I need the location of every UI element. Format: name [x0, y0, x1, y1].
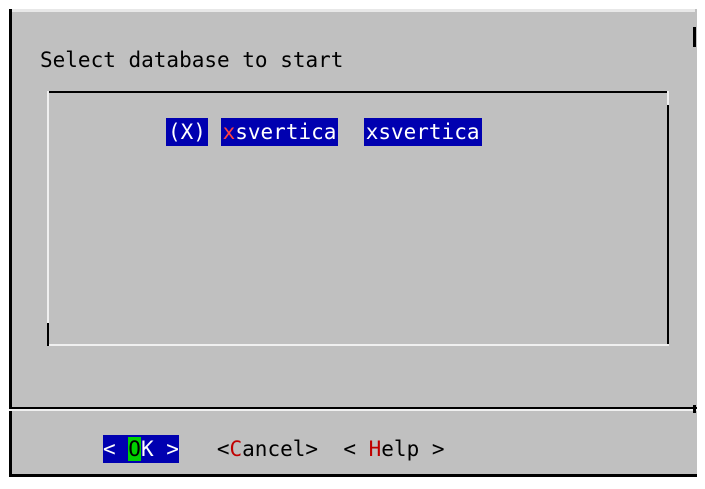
- ok-button[interactable]: < OK >: [103, 435, 179, 463]
- database-name-hotkey: x: [222, 120, 236, 144]
- help-button[interactable]: < Help >: [343, 435, 444, 463]
- cancel-button-hotkey: C: [229, 437, 243, 461]
- database-description: xsvertica: [363, 118, 482, 146]
- cancel-button-label-rest: ancel: [242, 437, 306, 461]
- ok-button-right-bracket: >: [153, 437, 179, 461]
- ok-button-hotkey: O: [128, 437, 141, 461]
- database-name[interactable]: xsvertica: [220, 118, 339, 146]
- database-name-rest: svertica: [235, 120, 337, 144]
- dialog-frame-right: [693, 27, 696, 47]
- radio-selected-marker[interactable]: (X): [166, 118, 208, 146]
- button-separator-highlight: [9, 409, 697, 411]
- list-border-left: [47, 91, 49, 346]
- dialog-prompt: Select database to start: [40, 48, 344, 72]
- list-border-top: [47, 91, 669, 93]
- button-bar: < OK > <Cancel> < Help >: [103, 435, 445, 463]
- list-border-right: [667, 91, 669, 346]
- help-button-label-rest: elp: [381, 437, 420, 461]
- dialog-frame-left: [9, 9, 12, 475]
- ok-button-left-bracket: <: [103, 437, 129, 461]
- cancel-button[interactable]: <Cancel>: [217, 435, 318, 463]
- list-border-bottom: [47, 344, 669, 346]
- cancel-button-right-bracket: >: [305, 437, 319, 461]
- help-button-left-bracket: <: [343, 437, 369, 461]
- dialog-frame-top: [9, 9, 695, 12]
- list-border-right-highlight: [667, 91, 669, 105]
- separator-right-tee: [693, 405, 696, 413]
- cancel-button-left-bracket: <: [216, 437, 230, 461]
- list-border-left-shadow: [47, 323, 49, 346]
- dialog-window: Select database to start (X) xsvertica x…: [9, 9, 697, 477]
- dialog-frame-bottom: [9, 474, 697, 477]
- help-button-hotkey: H: [368, 437, 382, 461]
- ok-button-label-rest: K: [140, 437, 154, 461]
- list-item[interactable]: (X) xsvertica xsvertica: [166, 118, 482, 146]
- help-button-right-bracket: >: [419, 437, 445, 461]
